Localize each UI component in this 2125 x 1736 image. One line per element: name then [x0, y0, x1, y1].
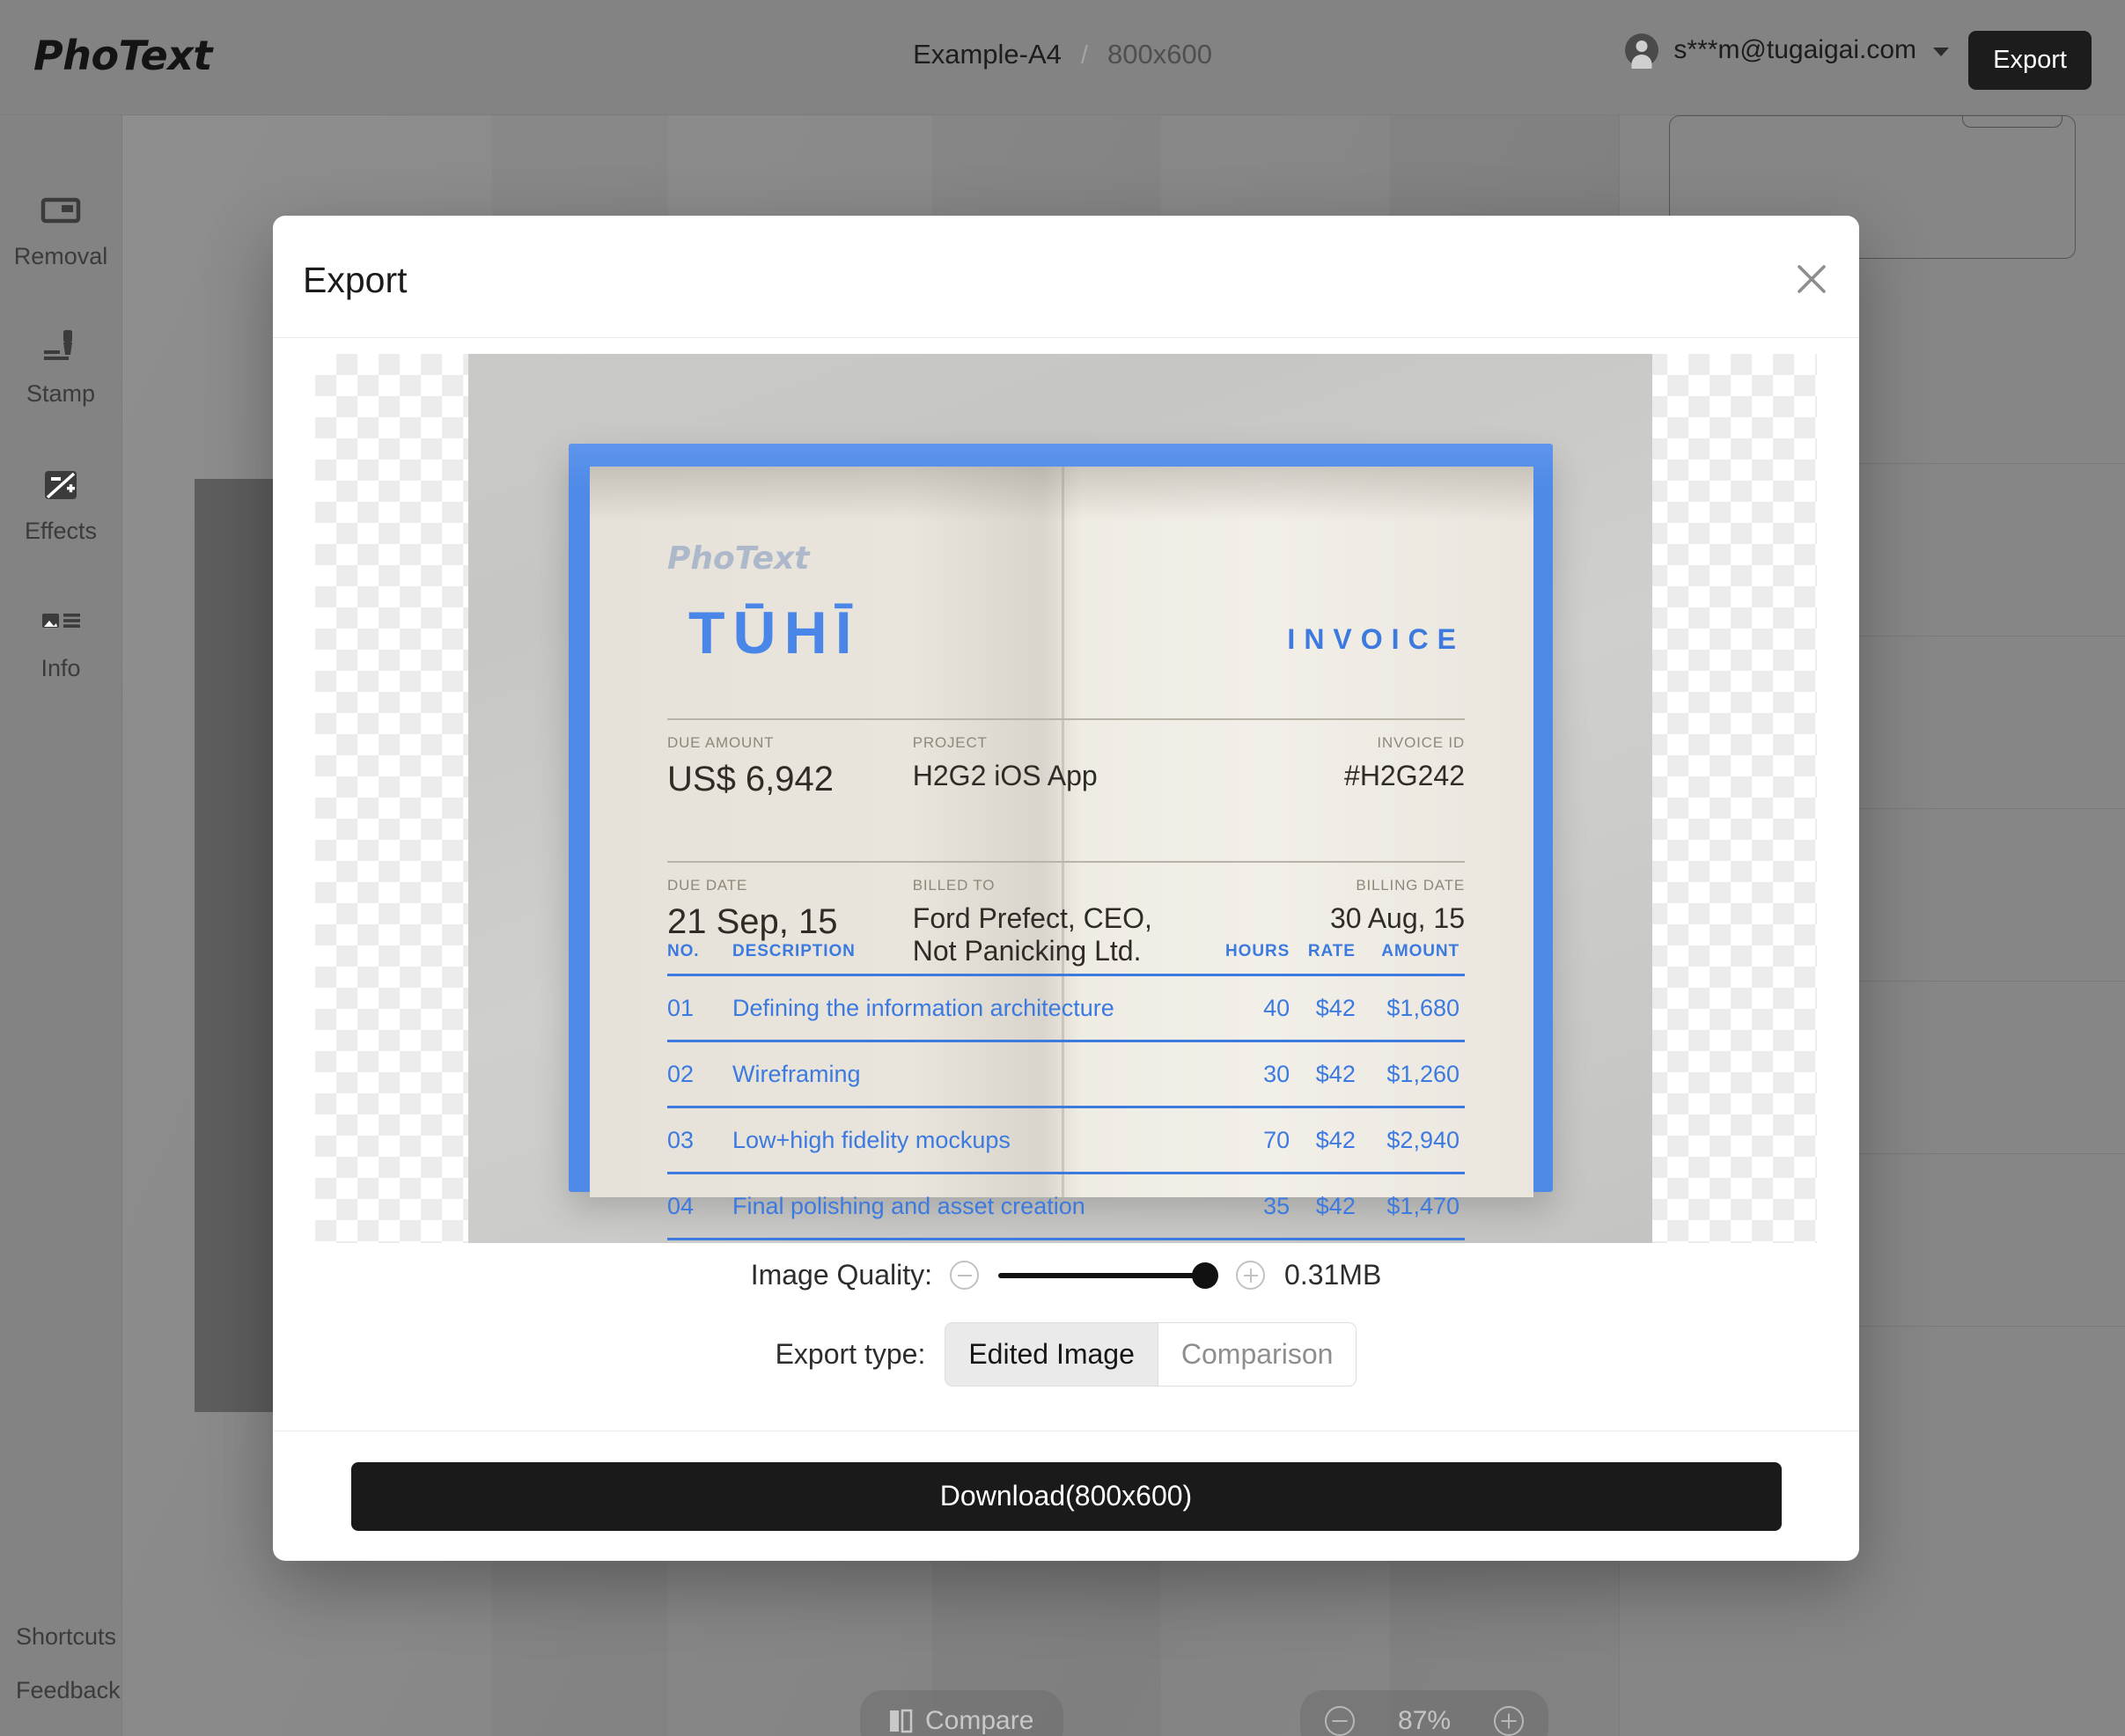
image-quality-label: Image Quality: [751, 1259, 932, 1291]
cell-hours: 35 [1209, 1173, 1296, 1239]
export-dialog: Export PhoText TŪHĪ INVOICE [273, 216, 1859, 1561]
table-row: 04 Final polishing and asset creation 35… [667, 1173, 1465, 1239]
cell-no: 01 [667, 975, 732, 1041]
slider-thumb[interactable] [1192, 1262, 1218, 1289]
export-type-segmented[interactable]: Edited Image Comparison [945, 1322, 1357, 1387]
image-quality-row: Image Quality: 0.31MB [273, 1259, 1859, 1291]
cell-hours: 40 [1209, 975, 1296, 1041]
cell-no: 04 [667, 1173, 732, 1239]
cell-hours: 70 [1209, 1107, 1296, 1173]
invoice-meta-key: DUE DATE [667, 877, 883, 894]
col-rate: RATE [1295, 942, 1361, 975]
cell-amount: $1,680 [1361, 975, 1465, 1041]
export-type-edited-image[interactable]: Edited Image [945, 1323, 1158, 1386]
export-type-label: Export type: [776, 1338, 926, 1371]
invoice-meta-value: 30 Aug, 15 [1249, 902, 1465, 935]
invoice-meta-cell: PROJECT H2G2 iOS App [913, 718, 1219, 799]
invoice-brand: TŪHĪ [688, 599, 860, 667]
close-icon[interactable] [1790, 258, 1833, 300]
cell-no: 02 [667, 1041, 732, 1107]
cell-description: Final polishing and asset creation [732, 1173, 1209, 1239]
preview-photo: PhoText TŪHĪ INVOICE DUE AMOUNT US$ 6,94… [468, 354, 1652, 1243]
invoice-meta-cell: DUE AMOUNT US$ 6,942 [667, 718, 913, 799]
export-preview: PhoText TŪHĪ INVOICE DUE AMOUNT US$ 6,94… [315, 354, 1817, 1243]
invoice-heading: INVOICE [1287, 623, 1465, 656]
col-no: NO. [667, 942, 732, 975]
export-type-comparison[interactable]: Comparison [1158, 1323, 1357, 1386]
watermark-label: PhoText [667, 541, 810, 577]
invoice-meta-key: DUE AMOUNT [667, 734, 883, 752]
invoice-meta-value: US$ 6,942 [667, 760, 883, 799]
cell-description: Defining the information architecture [732, 975, 1209, 1041]
invoice-meta-value: #H2G242 [1249, 760, 1465, 792]
col-amount: AMOUNT [1361, 942, 1465, 975]
table-row: 02 Wireframing 30 $42 $1,260 [667, 1041, 1465, 1107]
cell-rate: $42 [1295, 1041, 1361, 1107]
invoice-meta-cell: INVOICE ID #H2G242 [1219, 718, 1465, 799]
invoice-meta-key: BILLED TO [913, 877, 1189, 894]
cell-amount: $1,260 [1361, 1041, 1465, 1107]
invoice-meta-grid: DUE AMOUNT US$ 6,942 PROJECT H2G2 iOS Ap… [667, 718, 1465, 799]
dialog-footer: Download(800x600) [273, 1431, 1859, 1561]
cell-amount: $2,940 [1361, 1107, 1465, 1173]
cell-description: Low+high fidelity mockups [732, 1107, 1209, 1173]
cell-amount: $1,470 [1361, 1173, 1465, 1239]
invoice-meta-value: H2G2 iOS App [913, 760, 1189, 792]
cell-rate: $42 [1295, 1173, 1361, 1239]
invoice-meta-key: BILLING DATE [1249, 877, 1465, 894]
export-settings: Image Quality: 0.31MB Export type: Edite… [273, 1259, 1859, 1387]
quality-increase-icon[interactable] [1236, 1261, 1265, 1290]
quality-slider[interactable] [998, 1261, 1217, 1290]
col-hours: HOURS [1209, 942, 1296, 975]
download-button[interactable]: Download(800x600) [351, 1462, 1782, 1531]
invoice-paper: PhoText TŪHĪ INVOICE DUE AMOUNT US$ 6,94… [569, 444, 1553, 1192]
cell-no: 03 [667, 1107, 732, 1173]
export-type-row: Export type: Edited Image Comparison [273, 1322, 1859, 1387]
table-row: 01 Defining the information architecture… [667, 975, 1465, 1041]
cell-description: Wireframing [732, 1041, 1209, 1107]
invoice-table: NO. DESCRIPTION HOURS RATE AMOUNT 01 [667, 942, 1465, 1240]
dialog-title: Export [303, 260, 408, 301]
estimated-file-size: 0.31MB [1284, 1259, 1381, 1291]
dialog-header: Export [273, 216, 1859, 338]
quality-decrease-icon[interactable] [950, 1261, 979, 1290]
invoice-meta-value: 21 Sep, 15 [667, 902, 883, 942]
invoice-page: PhoText TŪHĪ INVOICE DUE AMOUNT US$ 6,94… [590, 467, 1533, 1197]
col-description: DESCRIPTION [732, 942, 1209, 975]
invoice-meta-key: PROJECT [913, 734, 1189, 752]
dialog-body: PhoText TŪHĪ INVOICE DUE AMOUNT US$ 6,94… [273, 338, 1859, 1431]
invoice-meta-key: INVOICE ID [1249, 734, 1465, 752]
slider-track [998, 1273, 1217, 1278]
cell-rate: $42 [1295, 1107, 1361, 1173]
cell-rate: $42 [1295, 975, 1361, 1041]
table-row: 03 Low+high fidelity mockups 70 $42 $2,9… [667, 1107, 1465, 1173]
cell-hours: 30 [1209, 1041, 1296, 1107]
table-header-row: NO. DESCRIPTION HOURS RATE AMOUNT [667, 942, 1465, 975]
